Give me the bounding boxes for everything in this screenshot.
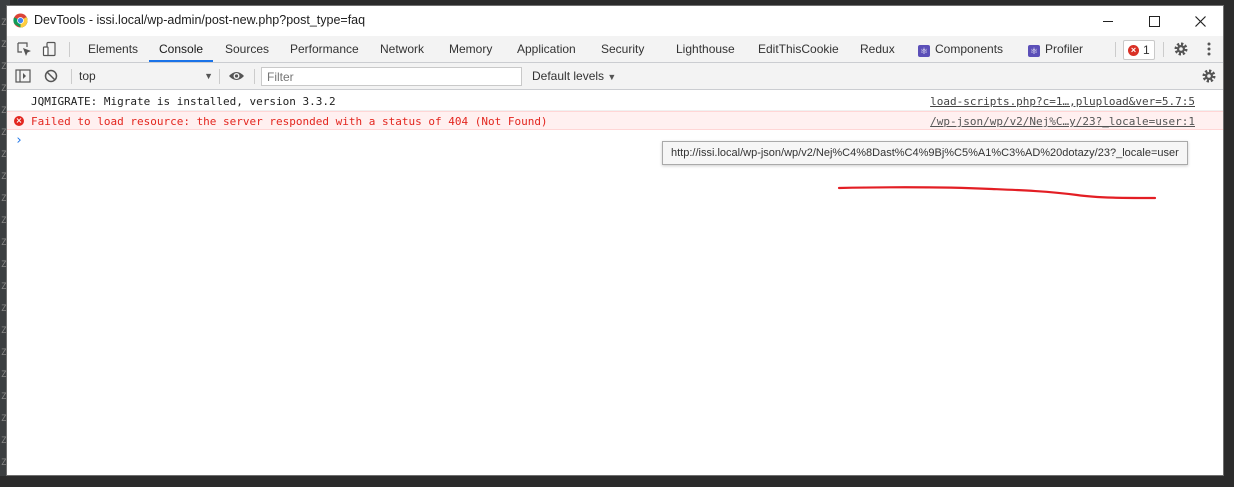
javascript-context-select[interactable]: top ▼ <box>79 68 213 85</box>
show-sidebar-button[interactable] <box>11 63 35 89</box>
console-prompt-chevron-icon[interactable]: › <box>15 133 23 148</box>
toolbar-separator <box>254 69 255 84</box>
window-title: DevTools - issi.local/wp-admin/post-new.… <box>34 13 366 27</box>
toolbar-separator <box>219 69 220 84</box>
log-levels-dropdown[interactable]: Default levels ▼ <box>532 68 616 86</box>
sidebar-toggle-icon <box>15 69 31 83</box>
tab-components-label: Components <box>935 42 1004 56</box>
eye-icon <box>228 72 244 80</box>
tab-separator <box>1163 42 1164 57</box>
tab-profiler[interactable]: ⚛ Profiler <box>1028 36 1083 62</box>
console-message-source-link[interactable]: /wp-json/wp/v2/Nej%C…y/23?_locale=user:1 <box>930 112 1195 131</box>
clear-icon <box>44 69 58 83</box>
close-button[interactable] <box>1177 6 1223 36</box>
toolbar-separator <box>71 69 72 84</box>
dropdown-arrow-icon: ▼ <box>607 72 617 82</box>
tab-application[interactable]: Application <box>517 36 576 62</box>
console-settings-button[interactable] <box>1197 63 1221 89</box>
tab-profiler-label: Profiler <box>1045 42 1084 56</box>
background-editor-bottom <box>0 476 1234 487</box>
live-expression-button[interactable] <box>224 63 248 89</box>
error-icon: × <box>1128 44 1139 56</box>
console-message-text: JQMIGRATE: Migrate is installed, version… <box>31 95 336 108</box>
devtools-window: DevTools - issi.local/wp-admin/post-new.… <box>6 5 1224 476</box>
console-message-text: Failed to load resource: the server resp… <box>31 115 548 128</box>
tab-security[interactable]: Security <box>601 36 644 62</box>
filter-input[interactable] <box>261 67 522 86</box>
tab-lighthouse[interactable]: Lighthouse <box>676 36 735 62</box>
console-message-log: JQMIGRATE: Migrate is installed, version… <box>7 92 1223 111</box>
context-value: top <box>79 69 96 83</box>
console-output: JQMIGRATE: Migrate is installed, version… <box>7 90 1223 475</box>
panel-tab-bar: Elements Console Sources Performance Net… <box>7 36 1223 63</box>
gear-icon <box>1202 69 1216 83</box>
error-icon: × <box>14 116 24 126</box>
tab-performance[interactable]: Performance <box>290 36 359 62</box>
tab-separator <box>69 42 70 57</box>
chrome-icon <box>13 13 28 28</box>
url-tooltip: http://issi.local/wp-json/wp/v2/Nej%C4%8… <box>662 141 1188 165</box>
settings-button[interactable] <box>1169 36 1193 62</box>
minimize-button[interactable] <box>1085 6 1131 36</box>
tab-separator <box>1115 42 1116 57</box>
close-icon <box>1194 15 1206 27</box>
dropdown-arrow-icon: ▼ <box>204 71 213 81</box>
console-message-error: × Failed to load resource: the server re… <box>7 111 1223 130</box>
minimize-icon <box>1103 20 1113 22</box>
tab-editthiscookie[interactable]: EditThisCookie <box>758 36 839 62</box>
gear-icon <box>1174 42 1188 56</box>
maximize-icon <box>1148 15 1160 27</box>
tab-network[interactable]: Network <box>380 36 424 62</box>
tab-sources[interactable]: Sources <box>225 36 269 62</box>
log-levels-label: Default levels <box>532 69 605 83</box>
tab-elements[interactable]: Elements <box>88 36 138 62</box>
kebab-menu-icon <box>1207 42 1211 56</box>
inspect-element-button[interactable] <box>12 36 36 62</box>
more-options-button[interactable] <box>1197 36 1221 62</box>
device-toolbar-button[interactable] <box>38 36 62 62</box>
inspect-icon <box>17 42 31 56</box>
clear-console-button[interactable] <box>39 63 63 89</box>
device-icon <box>42 41 56 57</box>
title-bar: DevTools - issi.local/wp-admin/post-new.… <box>7 6 1223 36</box>
error-count: 1 <box>1143 43 1150 57</box>
console-message-source-link[interactable]: load-scripts.php?c=1…,plupload&ver=5.7:5 <box>930 92 1195 111</box>
error-count-badge[interactable]: × 1 <box>1123 40 1155 60</box>
maximize-button[interactable] <box>1131 6 1177 36</box>
react-icon: ⚛ <box>1028 45 1040 57</box>
react-icon: ⚛ <box>918 45 930 57</box>
tab-redux[interactable]: Redux <box>860 36 895 62</box>
tab-memory[interactable]: Memory <box>449 36 492 62</box>
tab-console[interactable]: Console <box>148 36 214 62</box>
tab-components[interactable]: ⚛ Components <box>918 36 1003 62</box>
console-toolbar: top ▼ Default levels ▼ <box>7 63 1223 90</box>
